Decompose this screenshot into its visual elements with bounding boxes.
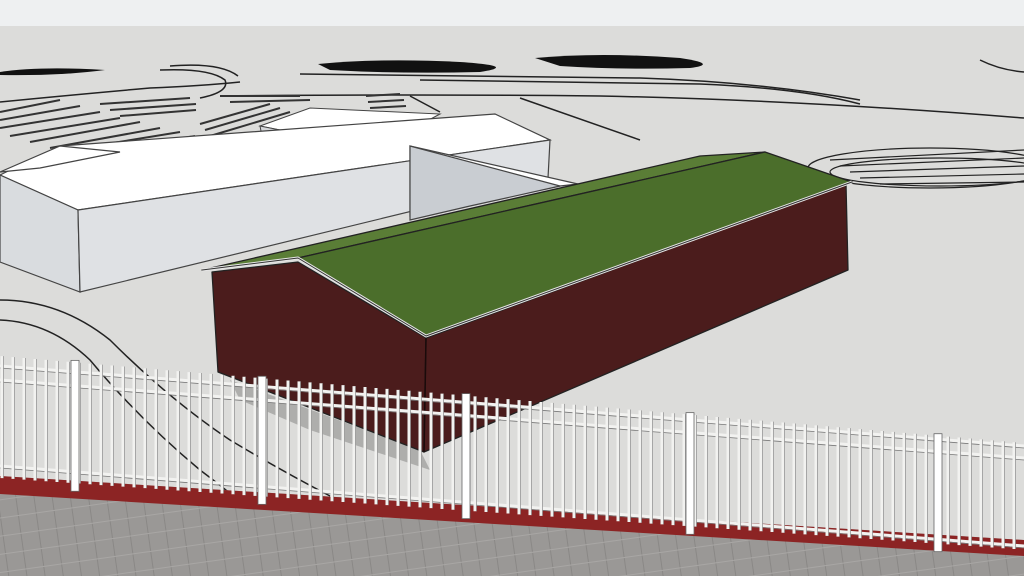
scene-canvas[interactable] — [0, 0, 1024, 576]
sky — [0, 0, 1024, 26]
fence-post — [933, 433, 943, 553]
model-viewport[interactable] — [0, 0, 1024, 576]
fence-post — [461, 393, 471, 520]
fence-post — [70, 359, 80, 492]
fence-post — [685, 412, 695, 535]
fence-post — [257, 375, 267, 505]
